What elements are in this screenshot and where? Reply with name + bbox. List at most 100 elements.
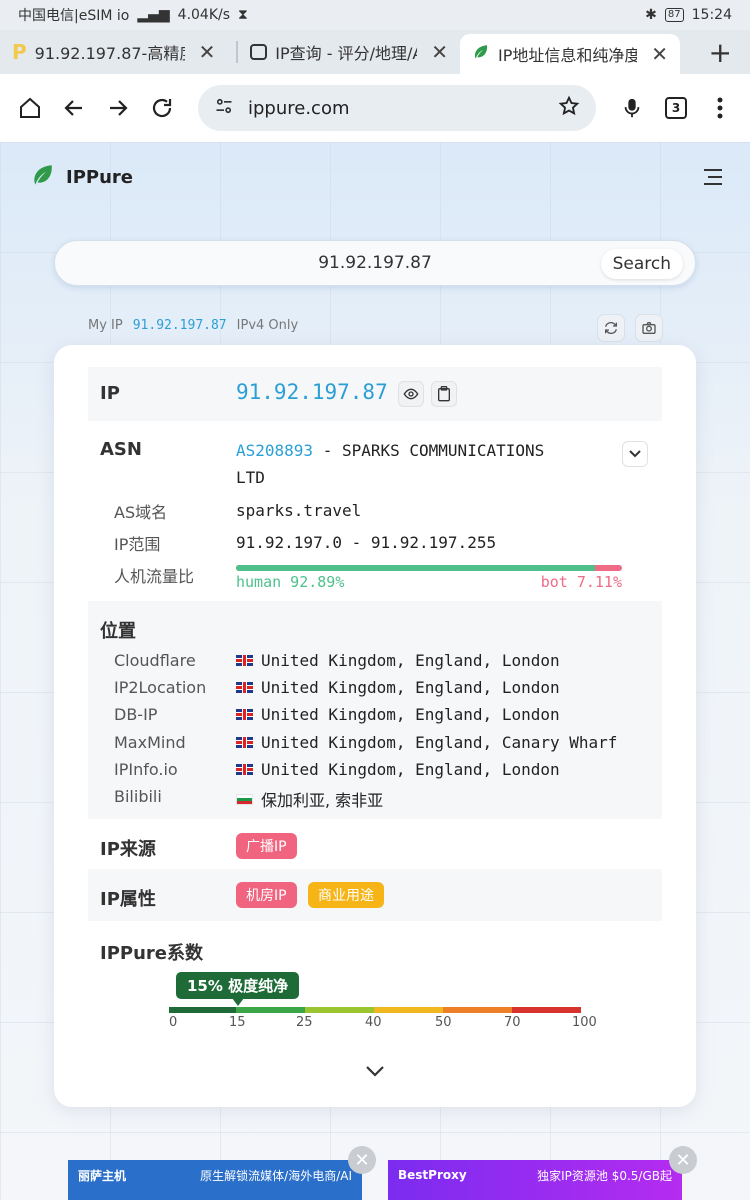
asn-row: ASN AS208893 - SPARKS COMMUNICATIONS LTD… [88,425,662,601]
camera-icon[interactable] [635,314,663,342]
scale-segment [169,1007,236,1013]
location-text: United Kingdom, England, London [261,760,560,779]
scale-segment [443,1007,512,1013]
close-tab-icon[interactable]: ✕ [199,40,216,64]
forward-arrow-icon[interactable] [102,92,134,124]
back-arrow-icon[interactable] [58,92,90,124]
ip-row: IP 91.92.197.87 [88,367,662,421]
uk-flag-icon [236,737,253,748]
bot-percent: bot 7.11% [540,573,622,591]
asn-number-link[interactable]: AS208893 [236,441,313,460]
reload-icon[interactable] [146,92,178,124]
refresh-icon[interactable] [597,314,625,342]
copy-icon[interactable] [431,381,457,407]
url-text[interactable]: ippure.com [248,98,544,119]
location-text: United Kingdom, England, London [261,705,560,724]
tab-1[interactable]: P 91.92.197.87-高精度 ✕ [0,32,236,72]
uk-flag-icon [236,764,253,775]
expand-more-chevron-icon[interactable] [364,1063,386,1082]
expand-asn-chevron-icon[interactable] [622,441,648,467]
close-tab-icon[interactable]: ✕ [651,42,668,66]
broadcast-ip-tag: 广播IP [236,833,297,859]
battery-level: 87 [664,8,684,22]
leaf-logo-icon [30,162,56,193]
tab-favicon-ip-icon [250,44,268,60]
asn-name: - SPARKS COMMUNICATIONS [313,441,545,460]
scale-tick: 15 [229,1015,246,1030]
browser-toolbar: ippure.com 3 [0,74,750,142]
tab-switcher-button[interactable]: 3 [660,92,692,124]
location-row: 位置 Cloudflare United Kingdom, England, L… [88,601,662,819]
location-source: Bilibili [114,787,162,806]
ip-search-input[interactable]: 91.92.197.87 Search [54,240,696,286]
ad-header: 丽萨主机 原生解锁流媒体/海外电商/AI [68,1160,362,1190]
scale-tick: 25 [296,1015,313,1030]
my-ip-line: My IP 91.92.197.87 IPv4 Only [88,318,298,333]
ip-range-value: 91.92.197.0 - 91.92.197.255 [236,533,497,552]
location-text: 保加利亚, 索非亚 [261,791,384,810]
search-button[interactable]: Search [600,249,683,279]
asn-name-line2: LTD [236,468,265,487]
ad-tagline: 原生解锁流媒体/海外电商/AI [200,1168,352,1183]
site-logo[interactable]: IPPure [30,162,133,193]
as-domain-label: AS域名 [114,503,168,522]
location-value: United Kingdom, England, Canary Wharf [236,733,617,752]
asn-value: AS208893 - SPARKS COMMUNICATIONS LTD [236,437,616,491]
ip-source-row: IP来源 广播IP [88,819,662,869]
microphone-icon[interactable] [616,92,648,124]
site-settings-icon[interactable] [214,96,234,120]
site-name: IPPure [66,167,133,188]
traffic-ratio-label: 人机流量比 [114,567,195,586]
new-tab-icon[interactable]: + [709,36,732,69]
search-query[interactable]: 91.92.197.87 [318,253,432,273]
location-text: United Kingdom, England, London [261,651,560,670]
tab-2[interactable]: IP查询 - 评分/地理/A ✕ [238,32,460,72]
location-label: 位置 [100,621,136,642]
ip-info-card: IP 91.92.197.87 ASN AS208893 - SPARKS CO… [54,345,696,1107]
scale-tick: 40 [365,1015,382,1030]
address-bar[interactable]: ippure.com [198,85,596,131]
my-ip-label: My IP [88,318,123,333]
ad-brand: BestProxy [398,1168,467,1182]
ad-tagline: 独家IP资源池 $0.5/GB起 [537,1168,672,1183]
asn-label: ASN [100,439,142,460]
ip-value[interactable]: 91.92.197.87 [236,380,388,404]
uk-flag-icon [236,709,253,720]
signal-icon: ▂▄▆ [137,7,170,23]
location-source: IP2Location [114,678,207,697]
clock: 15:24 [691,7,732,23]
ad-header: BestProxy 独家IP资源池 $0.5/GB起 [388,1160,682,1190]
eye-icon[interactable] [398,381,424,407]
datacenter-ip-tag: 机房IP [236,882,297,908]
tab-3-active[interactable]: IP地址信息和纯净度 ✕ [460,34,680,74]
ad-banner-lisa[interactable]: 丽萨主机 原生解锁流媒体/海外电商/AI [68,1160,362,1200]
location-text: United Kingdom, England, London [261,678,560,697]
human-traffic-fill [236,565,595,571]
ip-range-label: IP范围 [114,535,161,554]
bulgaria-flag-icon [236,793,253,805]
commercial-use-tag: 商业用途 [308,882,384,908]
more-menu-icon[interactable] [704,92,736,124]
tab-title: IP查询 - 评分/地理/A [275,44,418,63]
location-text: United Kingdom, England, Canary Wharf [261,733,618,752]
close-ad-icon[interactable]: ✕ [348,1146,376,1174]
tab-strip: P 91.92.197.87-高精度 ✕ IP查询 - 评分/地理/A ✕ IP… [0,30,750,74]
web-page: IPPure 91.92.197.87 Search My IP 91.92.1… [0,142,750,1200]
card-actions [597,314,663,342]
ip-attribute-row: IP属性 机房IP 商业用途 [88,869,662,921]
scale-tick: 70 [504,1015,521,1030]
scale-segment [305,1007,374,1013]
location-value: United Kingdom, England, London [236,678,560,697]
home-icon[interactable] [14,92,46,124]
close-tab-icon[interactable]: ✕ [431,40,448,64]
ippure-score-label: IPPure系数 [100,943,203,964]
hamburger-menu-icon[interactable] [702,168,724,190]
tab-title: IP地址信息和纯净度 [498,46,638,65]
bookmark-star-icon[interactable] [558,95,580,121]
tab-count: 3 [665,97,687,119]
my-ip-value[interactable]: 91.92.197.87 [133,318,227,333]
scale-tick: 50 [435,1015,452,1030]
location-value: United Kingdom, England, London [236,705,560,724]
close-ad-icon[interactable]: ✕ [669,1146,697,1174]
ad-banner-bestproxy[interactable]: BestProxy 独家IP资源池 $0.5/GB起 [388,1160,682,1200]
